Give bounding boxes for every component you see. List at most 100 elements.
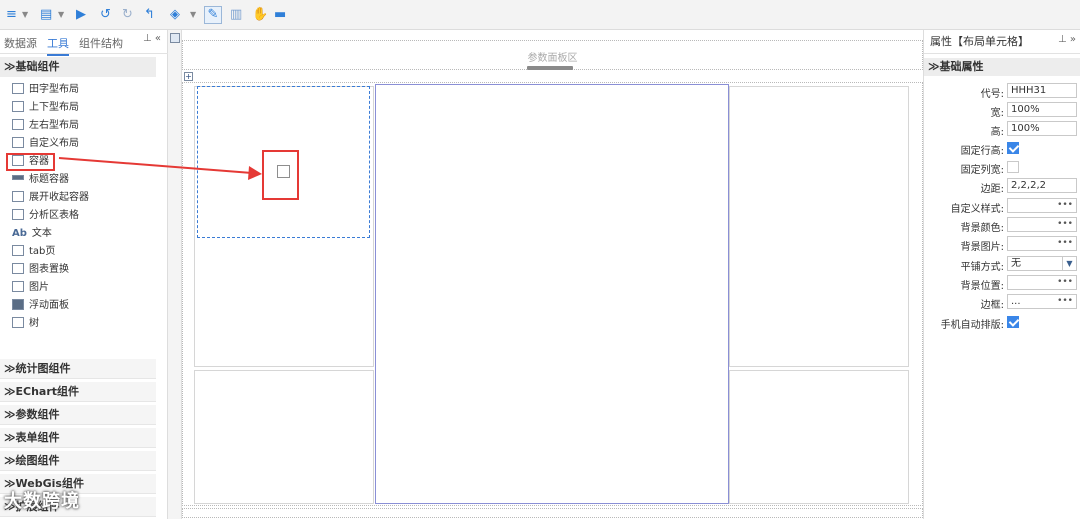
border-field[interactable]: ... ••• [1007, 294, 1077, 309]
more-icon[interactable]: ••• [1057, 295, 1073, 308]
chevron-down-icon[interactable]: ▼ [1062, 257, 1076, 270]
prop-label: 宽: [990, 108, 1004, 119]
hand-icon[interactable]: ✋ [252, 7, 268, 23]
basic-components-header[interactable]: ≫基础组件 [0, 57, 156, 77]
param-panel-toggle[interactable] [527, 66, 573, 70]
bg-image-field[interactable]: ••• [1007, 236, 1077, 251]
list-item[interactable]: 自定义布局 [12, 136, 79, 152]
container-item-highlighted[interactable]: 容器 [6, 153, 55, 171]
chart-switch-icon [12, 263, 24, 274]
undo-icon[interactable]: ↺ [100, 7, 111, 23]
list-item[interactable]: Ab 文本 [12, 226, 52, 242]
paint-icon[interactable]: ◈ [170, 7, 180, 23]
tree-icon [12, 317, 24, 328]
prop-label: 固定列宽: [960, 165, 1004, 176]
list-item[interactable]: 田字型布局 [12, 82, 79, 98]
list-item[interactable]: 图表置换 [12, 262, 69, 278]
toolbar: ≡ ▼ ▤ ▼ ▶ ↺ ↻ ↰ ◈ ▼ ✎ ▥ ✋ ▬ [0, 0, 1080, 30]
drop-target-highlight[interactable] [262, 150, 299, 200]
more-icon[interactable]: ••• [1057, 276, 1073, 289]
custom-style-field[interactable]: ••• [1007, 198, 1077, 213]
container-preview-icon [277, 165, 290, 178]
more-icon[interactable]: ••• [1057, 237, 1073, 250]
menu-icon[interactable]: ≡ [6, 7, 17, 23]
layout-cell[interactable] [729, 370, 909, 504]
tab-datasource[interactable]: 数据源 [4, 35, 37, 51]
prop-label: 边框: [980, 300, 1004, 311]
param-panel-label: 参数面板区 [527, 53, 578, 64]
bg-color-field[interactable]: ••• [1007, 217, 1077, 232]
tab-tools[interactable]: 工具 [47, 35, 69, 56]
prop-label: 背景位置: [960, 281, 1004, 292]
more-icon[interactable]: ••• [1057, 218, 1073, 231]
properties-title: 属性【布局单元格】 [924, 30, 1080, 54]
save-dropdown-icon[interactable]: ▼ [58, 7, 64, 23]
category-drawing[interactable]: ≫绘图组件 [0, 451, 156, 471]
list-item[interactable]: 图片 [12, 280, 49, 296]
menu-dropdown-icon[interactable]: ▼ [22, 7, 28, 23]
layout-cell[interactable] [194, 370, 374, 504]
grid-layout-icon [12, 83, 24, 94]
tab-icon [12, 245, 24, 256]
save-icon[interactable]: ▤ [40, 7, 52, 23]
container-icon [12, 155, 24, 166]
category-echart[interactable]: ≫EChart组件 [0, 382, 156, 402]
toggle-panel-icon[interactable] [170, 33, 180, 43]
prop-label: 代号: [980, 89, 1004, 100]
table-icon [12, 209, 24, 220]
delete-icon[interactable]: ▥ [230, 7, 242, 23]
more-icon[interactable]: ••• [1057, 199, 1073, 212]
mobile-auto-layout-checkbox[interactable] [1007, 316, 1019, 328]
bg-position-field[interactable]: ••• [1007, 275, 1077, 290]
list-item[interactable]: 标题容器 [12, 172, 69, 188]
left-tabs: 数据源 工具 组件结构 ⊥ « [0, 30, 168, 56]
tab-structure[interactable]: 组件结构 [79, 35, 123, 51]
height-field[interactable]: 100% [1007, 121, 1077, 136]
basic-properties-header[interactable]: ≫基础属性 [924, 58, 1080, 76]
window-icon[interactable]: ▬ [274, 7, 286, 23]
pen-icon[interactable]: ✎ [204, 6, 222, 24]
title-container-icon [12, 175, 24, 180]
fixed-row-height-checkbox[interactable] [1007, 142, 1019, 154]
watermark: 大数跨境 [4, 491, 80, 512]
pin-icon[interactable]: ⊥ » [1058, 34, 1076, 45]
category-stat-charts[interactable]: ≫统计图组件 [0, 359, 156, 379]
design-canvas[interactable]: 参数面板区 + [182, 30, 923, 519]
custom-layout-icon [12, 137, 24, 148]
list-item[interactable]: 树 [12, 316, 39, 332]
horizontal-layout-icon [12, 119, 24, 130]
prop-label: 平铺方式: [960, 262, 1004, 273]
image-icon [12, 281, 24, 292]
collapse-strip[interactable] [168, 30, 182, 519]
list-item[interactable]: 展开收起容器 [12, 190, 89, 206]
list-item[interactable]: 分析区表格 [12, 208, 79, 224]
code-field[interactable]: HHH31 [1007, 83, 1077, 98]
container-box[interactable] [375, 84, 729, 504]
category-forms[interactable]: ≫表单组件 [0, 428, 156, 448]
paint-dropdown-icon[interactable]: ▼ [190, 7, 196, 23]
prop-label: 固定行高: [960, 146, 1004, 157]
tile-mode-select[interactable]: 无 ▼ [1007, 256, 1077, 271]
add-icon[interactable]: + [184, 72, 193, 81]
run-icon[interactable]: ▶ [76, 7, 86, 23]
list-item[interactable]: 上下型布局 [12, 100, 79, 116]
width-field[interactable]: 100% [1007, 102, 1077, 117]
list-item[interactable]: tab页 [12, 244, 55, 260]
redo-icon[interactable]: ↻ [122, 7, 133, 23]
list-item[interactable]: 左右型布局 [12, 118, 79, 134]
prop-label: 边距: [980, 184, 1004, 195]
vertical-layout-icon [12, 101, 24, 112]
properties-panel: 属性【布局单元格】 ⊥ » ≫基础属性 代号: HHH31 宽: 100% 高:… [923, 30, 1080, 519]
category-params[interactable]: ≫参数组件 [0, 405, 156, 425]
bottom-area [182, 508, 923, 518]
prop-label: 背景颜色: [960, 223, 1004, 234]
fixed-col-width-checkbox[interactable] [1007, 161, 1019, 173]
pin-icon[interactable]: ⊥ « [143, 33, 161, 44]
left-panel: 数据源 工具 组件结构 ⊥ « ≫基础组件 田字型布局 上下型布局 左右型布局 … [0, 30, 168, 519]
prop-label: 自定义样式: [950, 204, 1004, 215]
margin-field[interactable]: 2,2,2,2 [1007, 178, 1077, 193]
back-icon[interactable]: ↰ [144, 7, 155, 23]
prop-label: 手机自动排版: [940, 320, 1004, 331]
list-item[interactable]: 浮动面板 [12, 298, 69, 314]
layout-cell[interactable] [729, 86, 909, 367]
